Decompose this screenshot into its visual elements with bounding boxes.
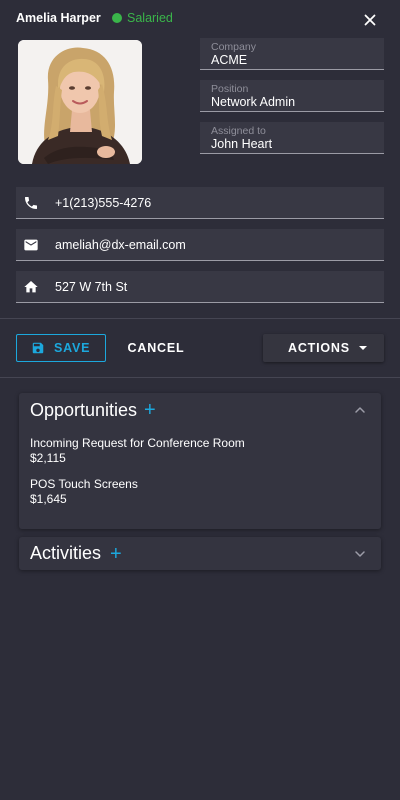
opportunity-name[interactable]: Incoming Request for Conference Room	[30, 436, 245, 450]
save-icon	[32, 342, 44, 354]
add-opportunity-button[interactable]: +	[144, 400, 156, 420]
opportunity-name[interactable]: POS Touch Screens	[30, 477, 138, 491]
save-label: SAVE	[54, 341, 91, 355]
address-value: 527 W 7th St	[55, 280, 128, 294]
phone-field[interactable]: +1(213)555-4276	[16, 187, 384, 219]
status-dot-icon	[112, 13, 122, 23]
save-button[interactable]: SAVE	[16, 334, 106, 362]
activities-title: Activities	[30, 543, 102, 563]
position-value: Network Admin	[211, 95, 296, 109]
company-label: Company	[211, 41, 256, 53]
chevron-up-icon[interactable]	[353, 403, 367, 417]
actions-label: ACTIONS	[288, 341, 350, 355]
position-field[interactable]: Position Network Admin	[200, 80, 384, 112]
opportunity-amount: $1,645	[30, 492, 67, 506]
avatar	[18, 40, 142, 164]
divider	[0, 377, 400, 378]
assigned-to-field[interactable]: Assigned to John Heart	[200, 122, 384, 154]
panel-header: Amelia Harper Salaried	[0, 0, 400, 38]
close-icon	[364, 14, 376, 26]
phone-icon	[25, 197, 37, 209]
assigned-to-value: John Heart	[211, 137, 273, 151]
phone-value: +1(213)555-4276	[55, 196, 152, 210]
contact-name: Amelia Harper	[16, 11, 101, 25]
divider	[0, 318, 400, 319]
opportunities-card: Opportunities + Incoming Request for Con…	[19, 393, 381, 529]
address-field[interactable]: 527 W 7th St	[16, 271, 384, 303]
status-text: Salaried	[127, 11, 173, 25]
email-field[interactable]: ameliah@dx-email.com	[16, 229, 384, 261]
home-icon	[24, 281, 38, 293]
actions-dropdown-button[interactable]: ACTIONS	[263, 334, 384, 362]
company-field[interactable]: Company ACME	[200, 38, 384, 70]
cancel-button[interactable]: CANCEL	[120, 334, 192, 362]
contact-panel: Amelia Harper Salaried Company ACME Posi…	[0, 0, 400, 800]
company-value: ACME	[211, 53, 248, 67]
assigned-to-label: Assigned to	[211, 125, 266, 137]
status-badge: Salaried	[112, 11, 173, 25]
email-icon	[24, 239, 38, 251]
opportunities-title: Opportunities	[30, 400, 138, 420]
caret-down-icon	[359, 346, 367, 350]
email-value: ameliah@dx-email.com	[55, 238, 186, 252]
position-label: Position	[211, 83, 249, 95]
add-activity-button[interactable]: +	[110, 544, 122, 564]
activities-card: Activities +	[19, 537, 381, 570]
opportunity-amount: $2,115	[30, 451, 66, 465]
contact-photo	[18, 40, 142, 164]
chevron-down-icon[interactable]	[353, 547, 367, 561]
close-button[interactable]	[360, 10, 380, 30]
